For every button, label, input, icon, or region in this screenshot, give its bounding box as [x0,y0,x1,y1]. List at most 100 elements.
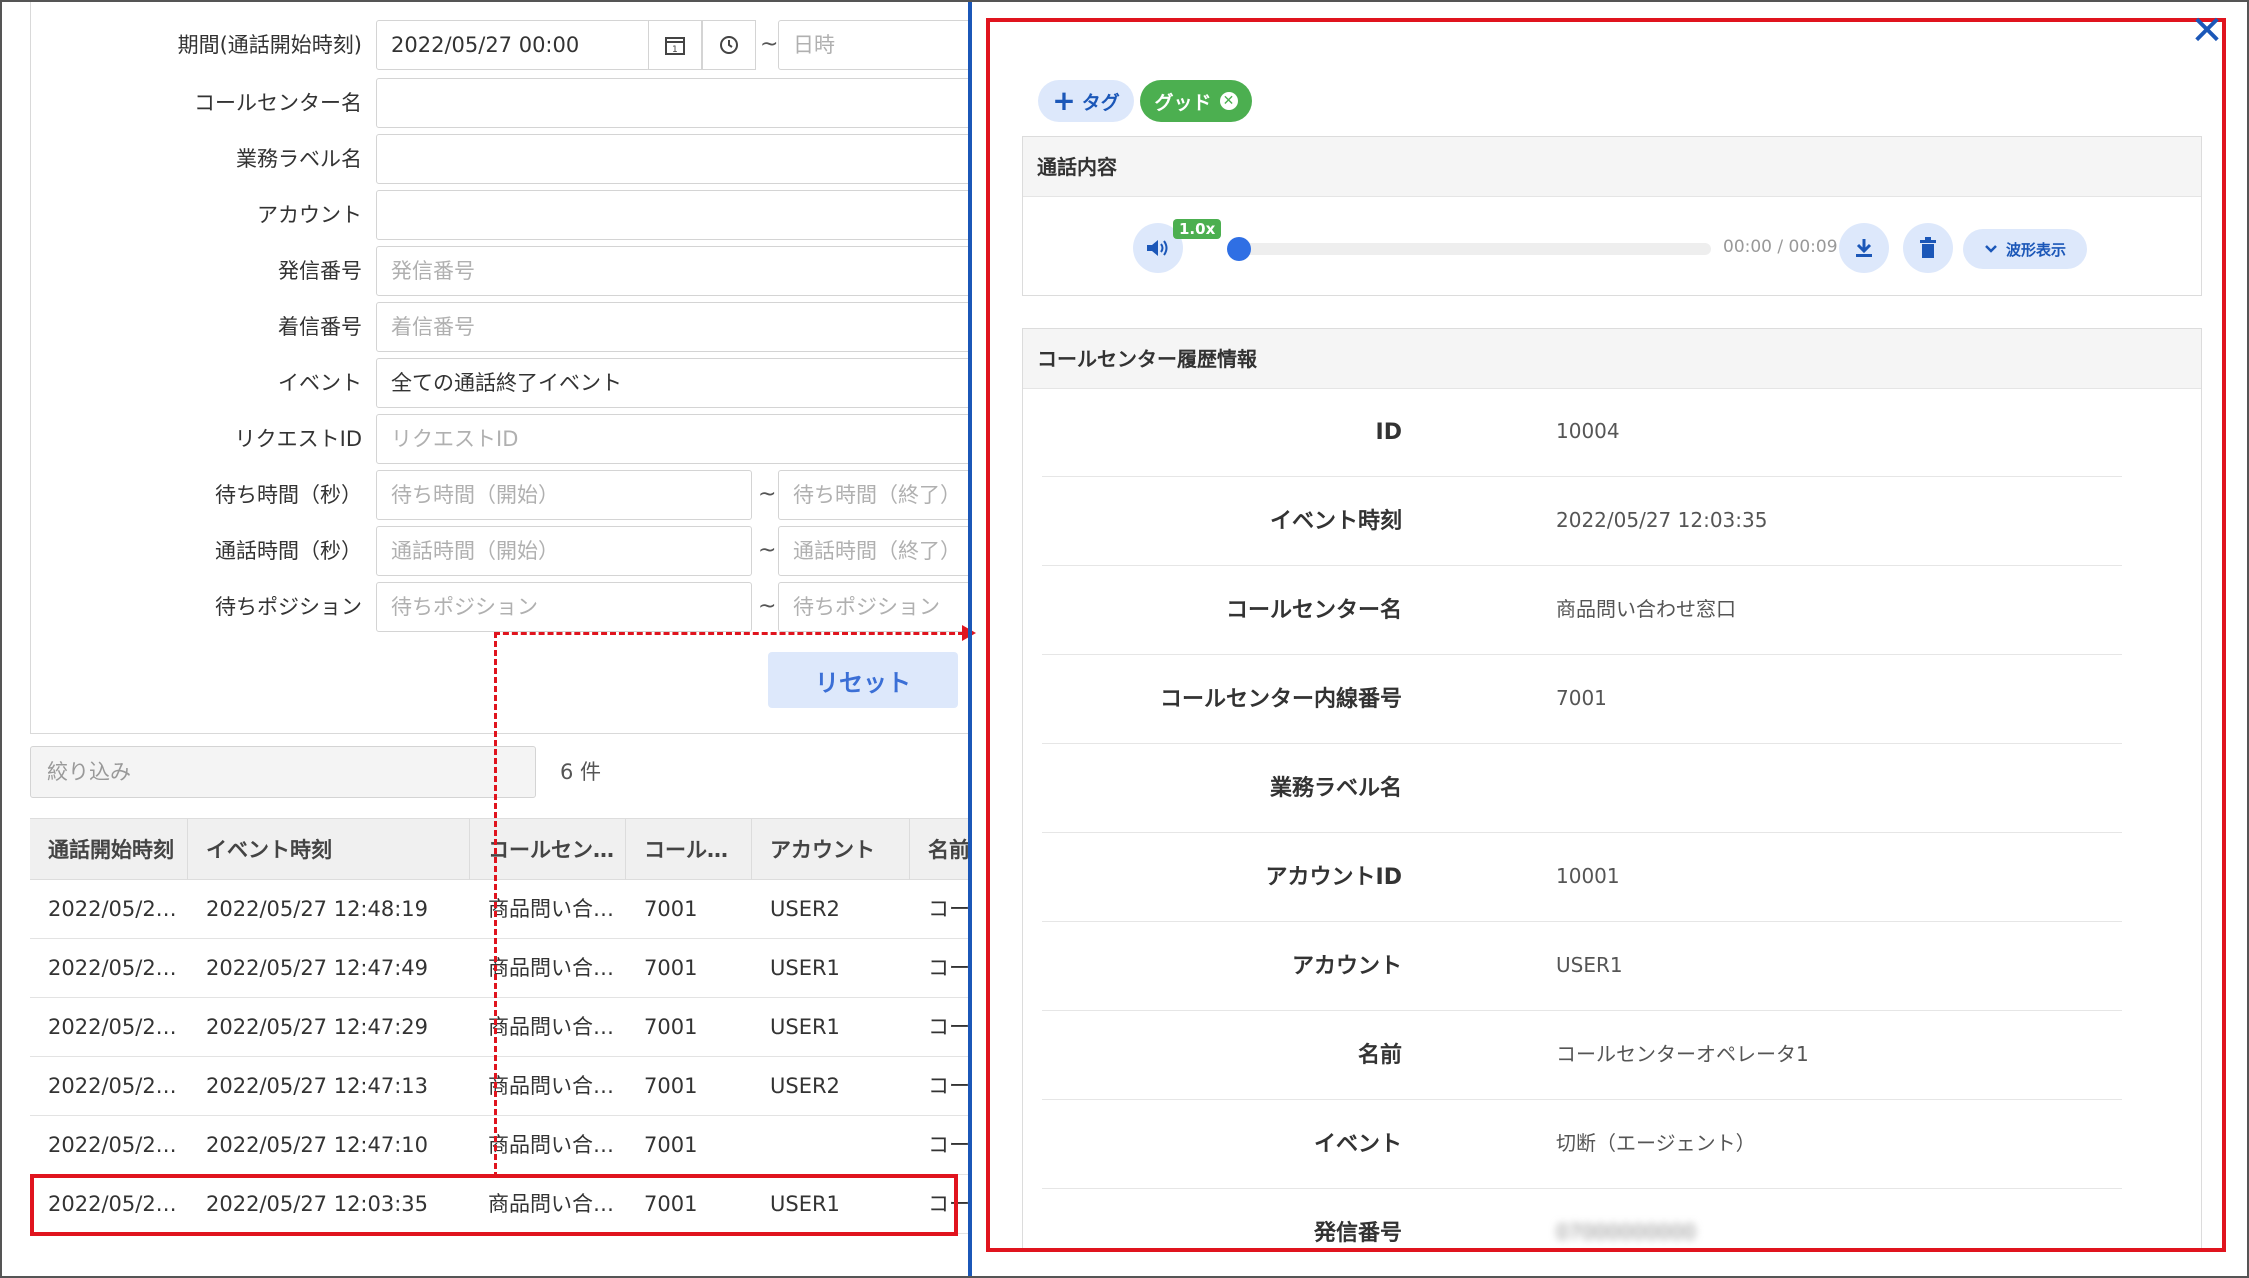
position-end-input[interactable]: 待ちポジション [778,582,968,632]
filter-row-period: 期間(通話開始時刻) 2022/05/27 00:00 1 ~ 日時 [0,20,968,70]
detail-label: アカウントID [1265,865,1402,890]
calendar-icon: 1 [665,37,685,55]
selected-row-highlight [30,1174,958,1236]
filter-row-callcenter: コールセンター名 [0,78,968,128]
cell-account: USER1 [770,1015,840,1039]
playback-speed-badge[interactable]: 1.0x [1173,219,1222,239]
clock-button[interactable] [702,20,756,70]
panel-divider [968,0,972,1278]
seek-handle[interactable] [1227,237,1251,261]
col-header-event-time[interactable]: イベント時刻 [188,819,470,881]
annotation-dashed-line [494,632,497,1178]
table-row[interactable]: 2022/05/2… 2022/05/27 12:47:13 商品問い合… 70… [30,1057,968,1116]
range-tilde: ~ [758,538,777,563]
audio-player: 1.0x 00:00 / 00:09 波形表示 [1023,197,2201,293]
detail-value: 商品問い合わせ窓口 [1556,597,1736,621]
detail-value: 7001 [1556,686,1607,710]
detail-row-account-id: アカウントID 10001 [1042,833,2122,922]
callee-input[interactable]: 着信番号 [376,302,968,352]
cell-name: コー [928,1074,968,1098]
cell-event-time: 2022/05/27 12:47:49 [206,956,429,980]
talk-start-input[interactable]: 通話時間（開始） [376,526,752,576]
reset-button[interactable]: リセット [768,652,958,708]
detail-row-account: アカウント USER1 [1042,922,2122,1011]
detail-value: コールセンターオペレータ1 [1556,1042,1809,1066]
detail-row-business: 業務ラベル名 [1042,744,2122,833]
detail-label: アカウント [1291,954,1402,979]
detail-row-caller: 発信番号 07000000000 [1042,1189,2122,1248]
remove-tag-icon[interactable]: ✕ [1219,92,1238,110]
callcenter-input[interactable] [376,78,968,128]
wait-end-input[interactable]: 待ち時間（終了） [778,470,968,520]
business-input[interactable] [376,134,968,184]
detail-row-event-time: イベント時刻 2022/05/27 12:03:35 [1042,477,2122,566]
delete-button[interactable] [1903,223,1953,273]
col-header-account[interactable]: アカウント [752,819,910,881]
request-input[interactable]: リクエストID [376,414,968,464]
col-header-start[interactable]: 通話開始時刻 [30,819,188,881]
table-row[interactable]: 2022/05/2… 2022/05/27 12:47:49 商品問い合… 70… [30,939,968,998]
period-label: 期間(通話開始時刻) [177,33,362,57]
detail-value: 切断（エージェント） [1556,1131,1756,1155]
download-button[interactable] [1839,223,1889,273]
position-label: 待ちポジション [215,595,362,619]
account-input[interactable] [376,190,968,240]
waveform-toggle-button[interactable]: 波形表示 [1963,229,2087,269]
table-header: 通話開始時刻 イベント時刻 コールセン… コール… アカウント 名前 [30,818,968,881]
detail-label: 発信番号 [1313,1221,1402,1246]
account-label: アカウント [257,203,362,227]
tag-good-label: グッド [1154,91,1212,114]
filter-row-business: 業務ラベル名 [0,134,968,184]
close-icon[interactable]: ✕ [2190,11,2224,51]
detail-label: 名前 [1357,1043,1402,1068]
filter-row-wait: 待ち時間（秒） 待ち時間（開始） ~ 待ち時間（終了） [0,470,968,520]
detail-value: 10004 [1556,419,1620,443]
narrow-input[interactable]: 絞り込み [30,746,536,798]
position-start-input[interactable]: 待ちポジション [376,582,752,632]
table-row[interactable]: 2022/05/2… 2022/05/27 12:48:19 商品問い合… 70… [30,880,968,939]
filter-row-request: リクエストID リクエストID [0,414,968,464]
cell-start: 2022/05/2… [48,1074,177,1098]
col-header-name[interactable]: 名前 [910,819,968,881]
call-content-section: 通話内容 1.0x 00:00 / 00:09 波形表示 [1022,136,2202,296]
table-row[interactable]: 2022/05/2… 2022/05/27 12:47:10 商品問い合… 70… [30,1116,968,1175]
cell-extension: 7001 [644,1133,698,1157]
search-panel: 期間(通話開始時刻) 2022/05/27 00:00 1 ~ 日時 コールセン… [0,0,968,1278]
playback-time: 00:00 / 00:09 [1723,237,1838,257]
seek-bar[interactable] [1235,243,1711,255]
filter-row-event: イベント 全ての通話終了イベント [0,358,968,408]
cell-event-time: 2022/05/27 12:47:13 [206,1074,429,1098]
detail-label: コールセンター名 [1225,598,1402,623]
chevron-down-icon [1985,245,1997,253]
col-header-extension[interactable]: コール… [626,819,752,881]
talk-label: 通話時間（秒） [215,539,362,563]
cell-name: コー [928,897,968,921]
event-select[interactable]: 全ての通話終了イベント [376,358,968,408]
caller-input[interactable]: 発信番号 [376,246,968,296]
cell-extension: 7001 [644,1074,698,1098]
detail-label: イベント時刻 [1269,509,1402,534]
callcenter-label: コールセンター名 [194,91,362,115]
wait-start-input[interactable]: 待ち時間（開始） [376,470,752,520]
tag-good[interactable]: グッド ✕ [1140,80,1252,122]
call-content-title: 通話内容 [1023,137,2201,197]
cell-start: 2022/05/2… [48,1133,177,1157]
event-label: イベント [278,371,362,395]
detail-label: コールセンター内線番号 [1159,687,1402,712]
cell-event-time: 2022/05/27 12:48:19 [206,897,429,921]
period-end-input[interactable]: 日時 [778,20,968,70]
clock-icon [720,36,738,54]
annotation-dashed-line [494,632,964,635]
calendar-button[interactable]: 1 [648,20,702,70]
talk-end-input[interactable]: 通話時間（終了） [778,526,968,576]
table-row[interactable]: 2022/05/2… 2022/05/27 12:47:29 商品問い合… 70… [30,998,968,1057]
add-tag-button[interactable]: + タグ [1038,80,1134,122]
detail-row-callcenter: コールセンター名 商品問い合わせ窓口 [1042,566,2122,655]
filter-row-talk: 通話時間（秒） 通話時間（開始） ~ 通話時間（終了） [0,526,968,576]
period-start-input[interactable]: 2022/05/27 00:00 [376,20,650,70]
detail-label: 業務ラベル名 [1269,776,1402,801]
cell-account: USER1 [770,956,840,980]
business-label: 業務ラベル名 [236,147,362,171]
cell-event-time: 2022/05/27 12:47:10 [206,1133,429,1157]
detail-value-blurred: 07000000000 [1556,1220,1696,1244]
